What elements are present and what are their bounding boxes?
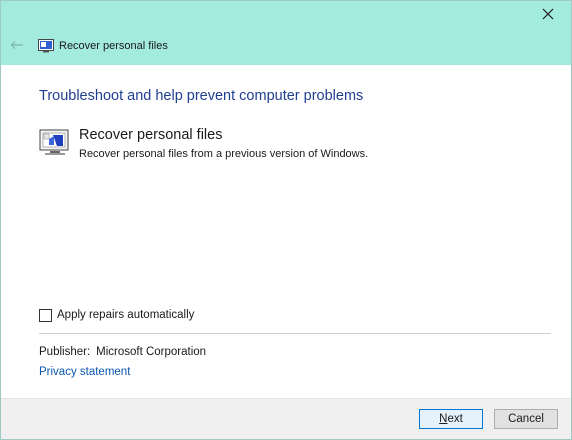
next-button[interactable]: Next (419, 409, 483, 429)
apply-repairs-option[interactable]: Apply repairs automatically (39, 307, 194, 323)
close-button[interactable] (525, 1, 571, 27)
troubleshooter-description: Recover personal files from a previous v… (79, 148, 369, 160)
publisher-value: Microsoft Corporation (96, 346, 207, 358)
page-heading: Troubleshoot and help prevent computer p… (39, 88, 364, 104)
recovery-app-icon (38, 39, 54, 53)
troubleshooter-window: Recover personal files Troubleshoot and … (0, 0, 572, 440)
apply-repairs-checkbox[interactable] (39, 308, 52, 322)
back-button[interactable] (7, 35, 27, 55)
recovery-computer-icon (39, 129, 69, 155)
publisher-label: Publisher: (39, 346, 91, 358)
window-title: Recover personal files (59, 40, 168, 52)
next-mnemonic: N (439, 413, 448, 425)
title-bar: Recover personal files (1, 1, 571, 65)
troubleshooter-title: Recover personal files (79, 127, 223, 143)
back-arrow-icon (10, 41, 23, 49)
privacy-statement-link[interactable]: Privacy statement (39, 366, 130, 378)
footer-bar: Next Cancel (1, 398, 571, 439)
troubleshooter-item: Recover personal files Recover personal … (39, 127, 519, 163)
close-icon (542, 8, 554, 20)
publisher-info: Publisher: Microsoft Corporation (39, 346, 206, 358)
cancel-button[interactable]: Cancel (494, 409, 558, 429)
next-label-rest: ext (447, 413, 463, 425)
divider (39, 333, 551, 334)
apply-repairs-label[interactable]: Apply repairs automatically (57, 309, 194, 321)
